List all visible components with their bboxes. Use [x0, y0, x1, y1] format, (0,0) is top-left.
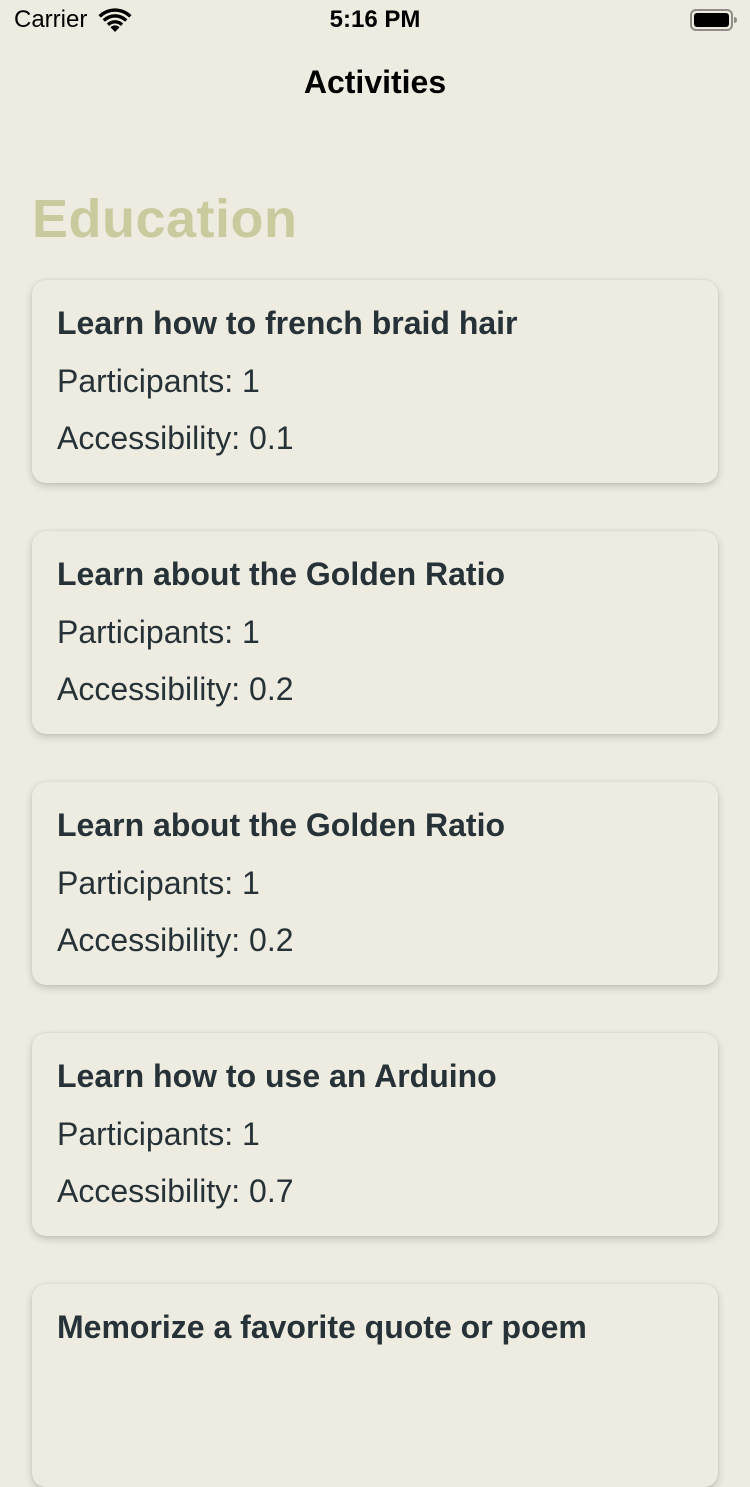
activity-accessibility: Accessibility: 0.1 — [57, 420, 294, 456]
activity-participants: Participants: 1 — [57, 1116, 260, 1152]
battery-icon — [690, 9, 737, 31]
clock: 5:16 PM — [329, 6, 421, 33]
activity-participants: Participants: 1 — [57, 363, 260, 399]
activity-title: Learn how to use an Arduino — [57, 1058, 497, 1094]
section-title-education: Education — [32, 189, 298, 249]
activity-participants: Participants: 1 — [57, 865, 260, 901]
activity-title: Memorize a favorite quote or poem — [57, 1309, 587, 1345]
activity-accessibility: Accessibility: 0.2 — [57, 671, 294, 707]
activity-accessibility: Accessibility: 0.7 — [57, 1173, 294, 1209]
activity-accessibility: Accessibility: 0.2 — [57, 922, 294, 958]
activity-card[interactable]: Learn about the Golden Ratio Participant… — [32, 531, 718, 734]
page-title: Activities — [303, 64, 447, 100]
activity-title: Learn about the Golden Ratio — [57, 556, 506, 592]
status-bar: Carrier 5:16 PM — [0, 0, 750, 40]
activity-card[interactable]: Learn how to use an Arduino Participants… — [32, 1033, 718, 1236]
activity-title: Learn about the Golden Ratio — [57, 807, 506, 843]
activity-card[interactable]: Learn about the Golden Ratio Participant… — [32, 782, 718, 985]
activity-card[interactable]: Memorize a favorite quote or poem — [32, 1284, 718, 1487]
activity-title: Learn how to french braid hair — [57, 305, 518, 341]
activity-card[interactable]: Learn how to french braid hair Participa… — [32, 280, 718, 483]
activity-participants: Participants: 1 — [57, 614, 260, 650]
